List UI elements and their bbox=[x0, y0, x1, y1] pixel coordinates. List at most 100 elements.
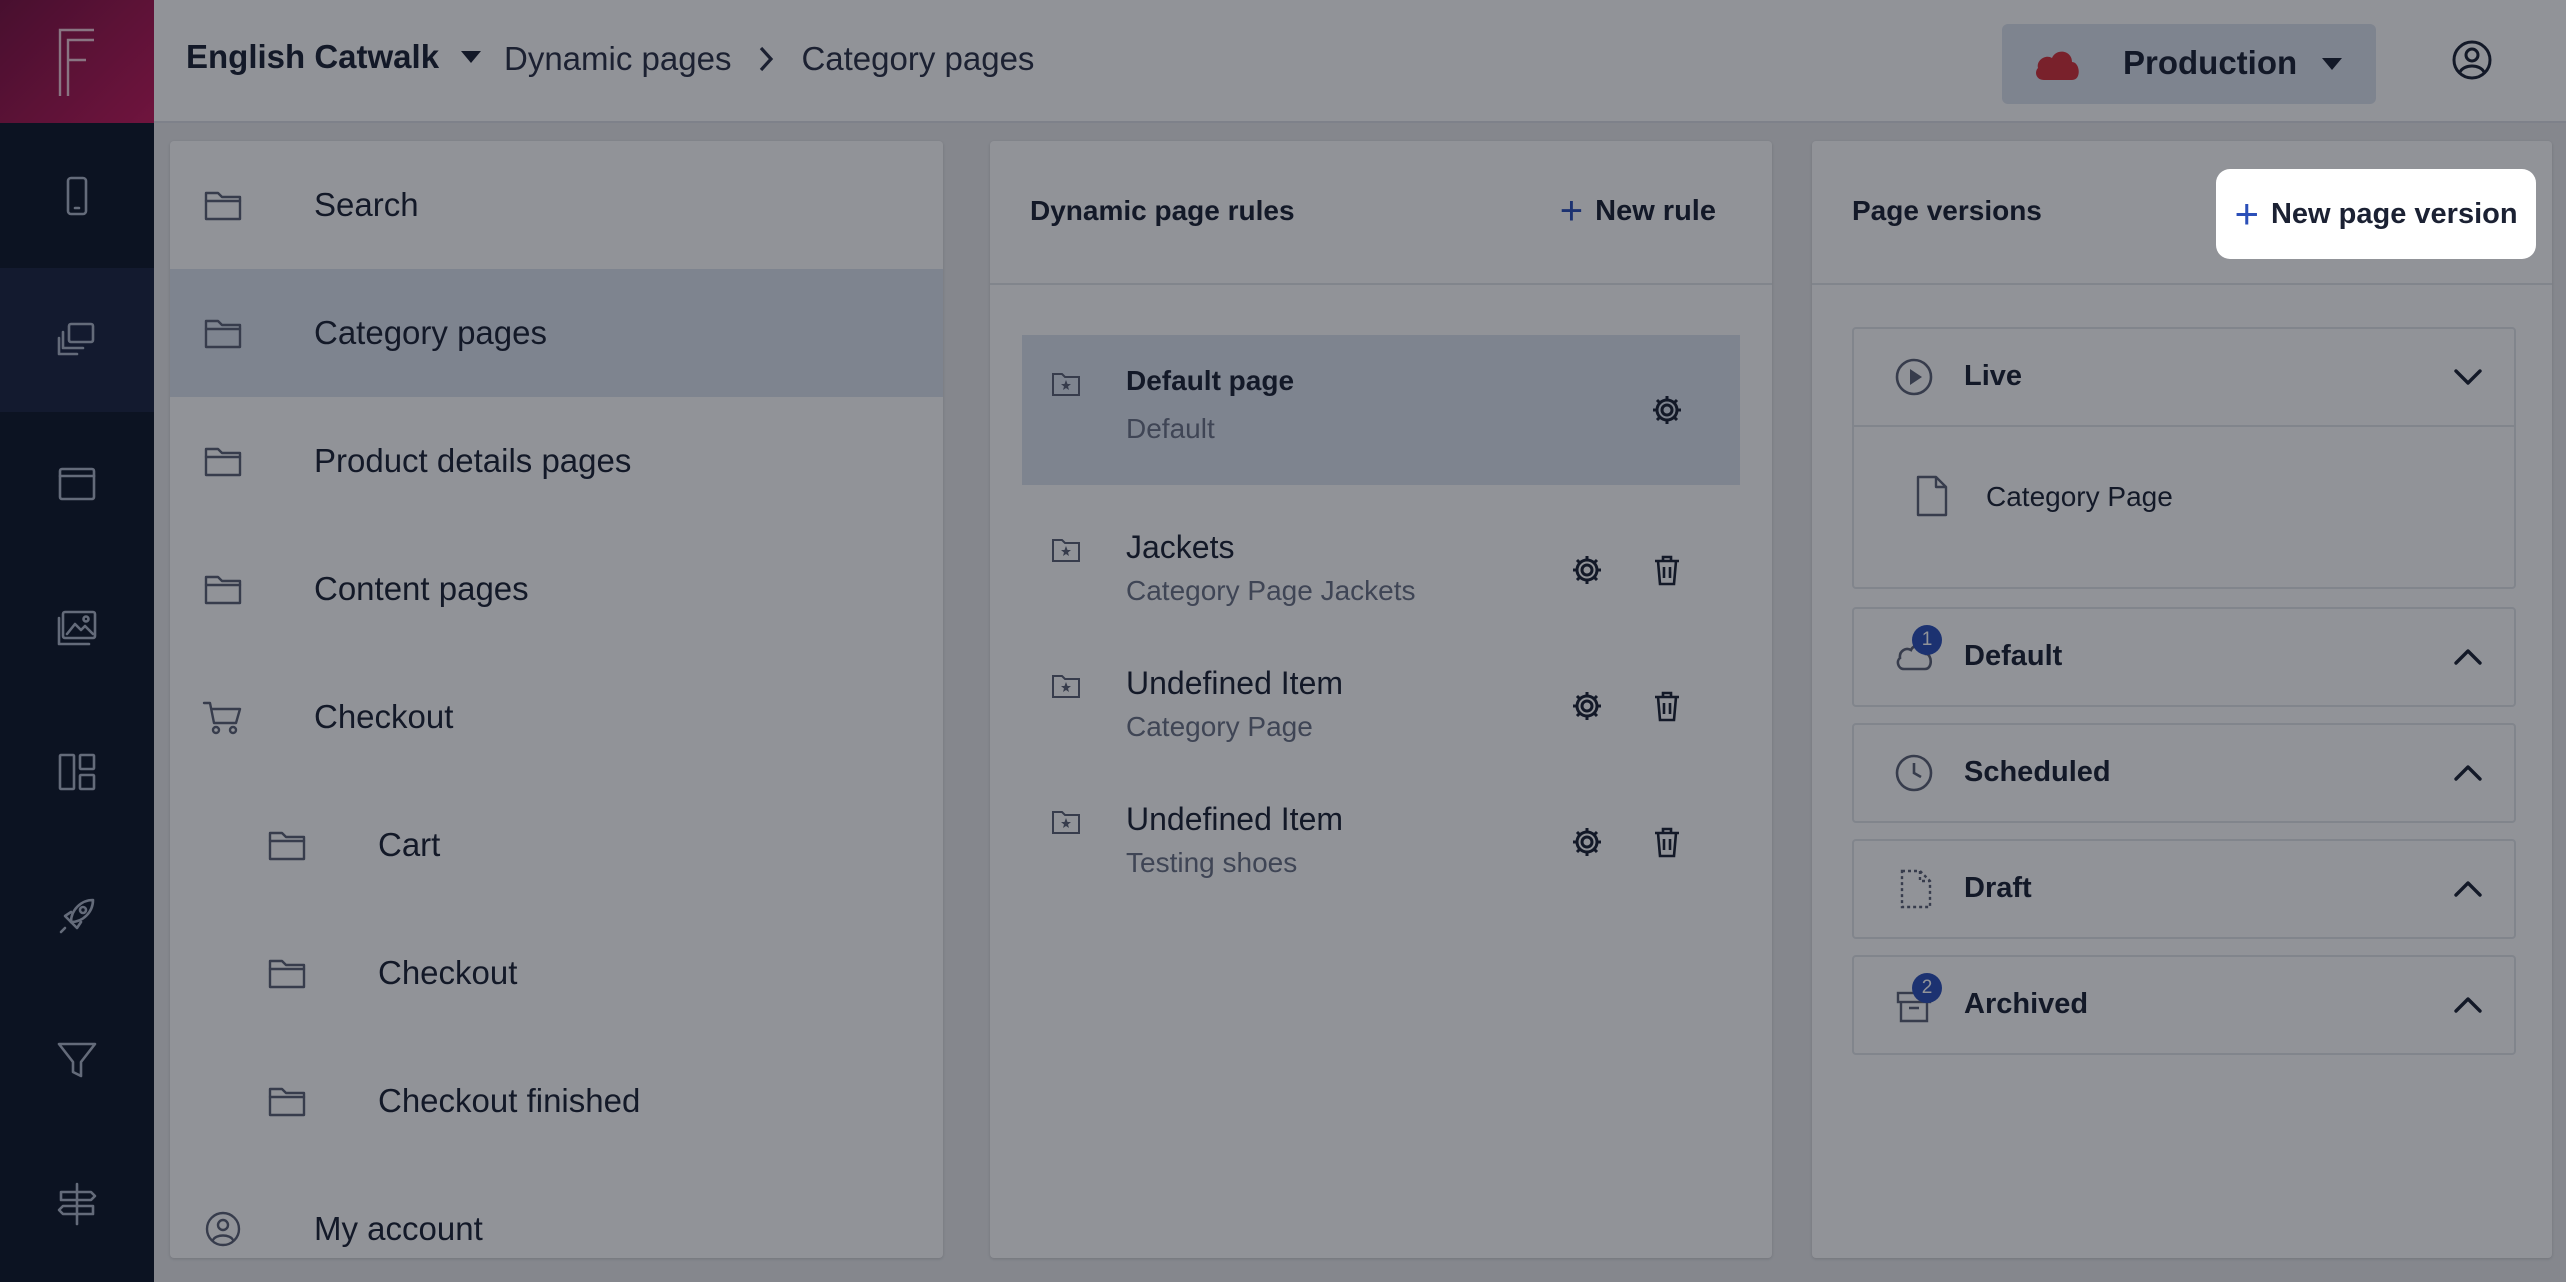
version-section-scheduled[interactable]: Scheduled bbox=[1852, 723, 2516, 823]
version-section-header[interactable]: 2 Archived bbox=[1854, 957, 2514, 1053]
gear-icon[interactable] bbox=[1650, 393, 1684, 427]
media-icon bbox=[57, 610, 97, 646]
chevron-up-icon bbox=[2454, 765, 2482, 781]
tree-item-label: Category pages bbox=[314, 314, 547, 351]
trash-icon[interactable] bbox=[1652, 553, 1682, 587]
environment-label: Production bbox=[2123, 44, 2298, 81]
caret-down-icon bbox=[2322, 58, 2342, 70]
tree-item-label: Product details pages bbox=[314, 442, 632, 479]
version-section-draft[interactable]: Draft bbox=[1852, 839, 2516, 939]
gear-icon[interactable] bbox=[1570, 689, 1604, 723]
user-circle-icon bbox=[205, 1211, 241, 1247]
rule-subtitle: Default bbox=[1126, 413, 1215, 444]
rule-name: Default page bbox=[1126, 365, 1295, 396]
chevron-up-icon bbox=[2454, 881, 2482, 897]
tree-item-checkout-child[interactable]: Checkout bbox=[170, 909, 943, 1037]
filter-icon bbox=[57, 1042, 97, 1078]
environment-selector[interactable]: Production bbox=[2002, 24, 2376, 104]
rail-layout-button[interactable] bbox=[0, 700, 154, 844]
folder-icon bbox=[204, 319, 242, 349]
plus-icon: + bbox=[2234, 190, 2259, 237]
new-rule-label: New rule bbox=[1595, 194, 1716, 227]
tree-item-label: My account bbox=[314, 1210, 483, 1247]
tree-item-product-details-pages[interactable]: Product details pages bbox=[170, 397, 943, 525]
versions-panel-title: Page versions bbox=[1852, 195, 2042, 226]
version-section-label: Live bbox=[1964, 360, 2023, 392]
site-name: English Catwalk bbox=[186, 38, 440, 75]
top-bar: English Catwalk Dynamic pages Category p… bbox=[154, 0, 2566, 123]
breadcrumb: Dynamic pages Category pages bbox=[504, 40, 1034, 78]
version-section-label: Scheduled bbox=[1964, 756, 2111, 788]
layout-icon bbox=[58, 753, 96, 791]
rule-row-undefined-item-1[interactable]: Undefined Item Category Page bbox=[1022, 637, 1740, 787]
rule-name: Undefined Item bbox=[1126, 665, 1344, 701]
folder-icon bbox=[268, 1087, 306, 1117]
rule-row-jackets[interactable]: Jackets Category Page Jackets bbox=[1022, 501, 1740, 651]
folder-star-icon bbox=[1052, 811, 1080, 834]
folder-star-icon bbox=[1052, 539, 1080, 562]
version-section-default[interactable]: 1 Default bbox=[1852, 607, 2516, 707]
rail-filter-button[interactable] bbox=[0, 988, 154, 1132]
version-item-label: Category Page bbox=[1986, 481, 2173, 512]
rail-release-button[interactable] bbox=[0, 844, 154, 988]
tree-item-label: Checkout bbox=[378, 954, 518, 991]
breadcrumb-dynamic-pages[interactable]: Dynamic pages bbox=[504, 40, 731, 78]
rule-row-undefined-item-2[interactable]: Undefined Item Testing shoes bbox=[1022, 773, 1740, 923]
new-page-version-label: New page version bbox=[2270, 197, 2518, 230]
count-badge: 2 bbox=[1912, 973, 1942, 1003]
account-icon[interactable] bbox=[2450, 38, 2494, 82]
rule-subtitle: Testing shoes bbox=[1126, 847, 1298, 878]
tree-item-checkout-finished[interactable]: Checkout finished bbox=[170, 1037, 943, 1165]
rules-panel: Dynamic page rules + New rule Default pa… bbox=[990, 141, 1772, 1258]
tree-item-label: Search bbox=[314, 186, 419, 223]
rail-media-button[interactable] bbox=[0, 556, 154, 700]
tree-item-content-pages[interactable]: Content pages bbox=[170, 525, 943, 653]
version-item-category-page[interactable]: Category Page bbox=[1914, 475, 2474, 525]
clock-icon bbox=[1895, 754, 1933, 792]
tree-item-label: Checkout finished bbox=[378, 1082, 641, 1119]
tree-item-cart[interactable]: Cart bbox=[170, 781, 943, 909]
rule-row-default-page[interactable]: Default page Default bbox=[1022, 335, 1740, 485]
rule-subtitle: Category Page bbox=[1126, 711, 1313, 742]
cart-icon bbox=[202, 701, 242, 735]
version-section-header[interactable]: 1 Default bbox=[1854, 609, 2514, 705]
tree-item-search[interactable]: Search bbox=[170, 141, 943, 269]
version-section-archived[interactable]: 2 Archived bbox=[1852, 955, 2516, 1055]
trash-icon[interactable] bbox=[1652, 689, 1682, 723]
folder-star-icon bbox=[1052, 373, 1080, 396]
trash-icon[interactable] bbox=[1652, 825, 1682, 859]
version-section-header[interactable]: Scheduled bbox=[1854, 725, 2514, 821]
rules-panel-title: Dynamic page rules bbox=[1030, 195, 1295, 226]
folder-icon bbox=[268, 831, 306, 861]
tree-item-checkout[interactable]: Checkout bbox=[170, 653, 943, 781]
version-section-label: Draft bbox=[1964, 872, 2032, 904]
new-rule-button[interactable]: + New rule bbox=[1560, 191, 1716, 231]
folder-star-icon bbox=[1052, 675, 1080, 698]
folder-icon bbox=[204, 575, 242, 605]
divider bbox=[1854, 425, 2514, 427]
tree-item-my-account[interactable]: My account bbox=[170, 1165, 943, 1282]
rail-pages-button[interactable] bbox=[0, 268, 154, 412]
gear-icon[interactable] bbox=[1570, 553, 1604, 587]
new-page-version-button[interactable]: + New page version bbox=[2216, 169, 2536, 259]
plus-icon: + bbox=[1559, 189, 1584, 233]
tree-item-category-pages[interactable]: Category pages bbox=[170, 269, 943, 397]
cloud-icon bbox=[2036, 51, 2079, 80]
rule-name: Undefined Item bbox=[1126, 801, 1344, 837]
gear-icon[interactable] bbox=[1570, 825, 1604, 859]
version-section-header[interactable]: Live bbox=[1854, 329, 2514, 425]
app-logo[interactable] bbox=[0, 0, 154, 123]
rail-redirects-button[interactable] bbox=[0, 1132, 154, 1276]
tree-item-label: Checkout bbox=[314, 698, 454, 735]
rail-mobile-button[interactable] bbox=[0, 124, 154, 268]
version-section-header[interactable]: Draft bbox=[1854, 841, 2514, 937]
rail-window-button[interactable] bbox=[0, 412, 154, 556]
version-section-live: Live Category Page bbox=[1852, 327, 2516, 589]
chevron-down-icon bbox=[2454, 369, 2482, 385]
version-section-label: Archived bbox=[1964, 988, 2089, 1020]
caret-down-icon bbox=[461, 51, 482, 63]
signpost-icon bbox=[57, 1182, 97, 1226]
breadcrumb-category-pages: Category pages bbox=[801, 40, 1035, 77]
site-selector[interactable]: English Catwalk bbox=[186, 38, 482, 76]
rule-name: Jackets bbox=[1126, 529, 1235, 565]
